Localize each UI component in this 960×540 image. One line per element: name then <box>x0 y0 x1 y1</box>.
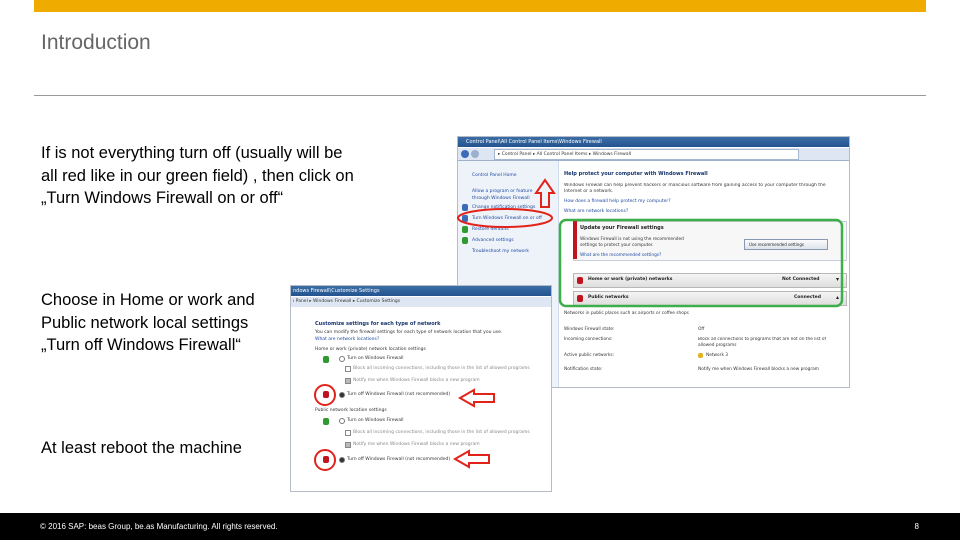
red-arrow-left-icon <box>457 388 495 408</box>
copyright-text: © 2016 SAP: beas Group, be.as Manufactur… <box>40 522 278 531</box>
red-arrow-up-icon <box>534 178 556 208</box>
red-circle-highlight <box>457 208 553 228</box>
red-circle-highlight <box>314 449 336 471</box>
footer-bar: © 2016 SAP: beas Group, be.as Manufactur… <box>0 513 960 540</box>
annotation-overlay <box>314 178 844 471</box>
red-arrow-left-icon <box>452 449 490 469</box>
red-circle-highlight <box>314 384 336 406</box>
green-highlight-box <box>558 218 844 308</box>
page-number: 8 <box>914 522 919 531</box>
